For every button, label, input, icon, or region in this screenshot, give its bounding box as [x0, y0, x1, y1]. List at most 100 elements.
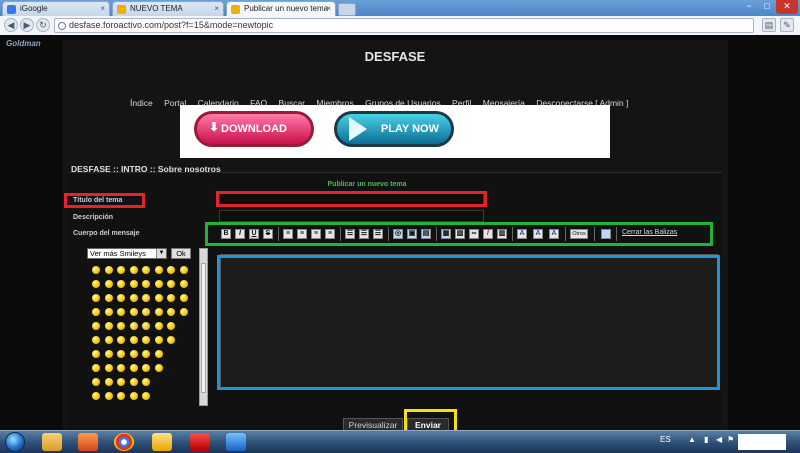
start-button[interactable]	[5, 432, 25, 452]
play-now-button[interactable]: PLAY NOW	[334, 111, 454, 147]
smiley-icon[interactable]	[142, 308, 150, 316]
smiley-icon[interactable]	[92, 364, 100, 372]
smiley-icon[interactable]	[92, 280, 100, 288]
smiley-icon[interactable]	[179, 266, 188, 274]
scrollbar-thumb[interactable]	[201, 263, 206, 393]
smiley-icon[interactable]	[92, 308, 100, 316]
smiley-icon[interactable]	[104, 392, 113, 400]
smiley-icon[interactable]	[117, 350, 125, 358]
smiley-icon[interactable]	[179, 280, 188, 288]
smiley-icon[interactable]	[117, 378, 125, 386]
smiley-icon[interactable]	[154, 322, 163, 330]
page-menu-icon[interactable]: ▤	[762, 18, 776, 32]
forum-logo[interactable]: Goldman	[6, 39, 41, 48]
tray-volume-icon[interactable]: ◀	[716, 435, 722, 444]
url-input[interactable]: desfase.foroactivo.com/post?f=15&mode=ne…	[54, 18, 754, 33]
smiley-icon[interactable]	[179, 294, 188, 302]
media-player-icon[interactable]	[78, 433, 98, 451]
smiley-icon[interactable]	[117, 294, 125, 302]
smiley-icon[interactable]	[167, 322, 175, 330]
smiley-icon[interactable]	[142, 378, 150, 386]
smiley-icon[interactable]	[154, 294, 163, 302]
back-button[interactable]: ◀	[4, 18, 18, 32]
smiley-icon[interactable]	[129, 280, 138, 288]
tray-arrow-icon[interactable]: ▲	[688, 435, 696, 444]
smiley-icon[interactable]	[167, 294, 175, 302]
smiley-icon[interactable]	[117, 392, 125, 400]
smiley-icon[interactable]	[104, 322, 113, 330]
smiley-icon[interactable]	[142, 364, 150, 372]
smiley-icon[interactable]	[92, 378, 100, 386]
smiley-icon[interactable]	[117, 280, 125, 288]
smiley-ok-button[interactable]: Ok	[171, 248, 191, 259]
nav-indice[interactable]: Índice	[130, 98, 153, 108]
clock[interactable]	[738, 434, 786, 450]
smiley-icon[interactable]	[92, 322, 100, 330]
smiley-icon[interactable]	[104, 280, 113, 288]
smiley-icon[interactable]	[104, 308, 113, 316]
smiley-icon[interactable]	[142, 392, 150, 400]
chrome-icon[interactable]	[114, 433, 134, 451]
description-input[interactable]	[219, 210, 484, 222]
smiley-icon[interactable]	[92, 294, 100, 302]
explorer-icon[interactable]	[42, 433, 62, 451]
smiley-icon[interactable]	[117, 364, 125, 372]
tray-network-icon[interactable]: ▮	[704, 435, 708, 444]
smiley-icon[interactable]	[117, 308, 125, 316]
smiley-icon[interactable]	[104, 294, 113, 302]
smiley-icon[interactable]	[142, 280, 150, 288]
mcafee-icon[interactable]	[190, 433, 210, 451]
smiley-icon[interactable]	[167, 266, 175, 274]
new-tab-button[interactable]	[338, 3, 356, 16]
smiley-icon[interactable]	[92, 336, 100, 344]
smiley-icon[interactable]	[129, 350, 138, 358]
smiley-icon[interactable]	[92, 392, 100, 400]
smiley-icon[interactable]	[179, 308, 188, 316]
smiley-icon[interactable]	[104, 378, 113, 386]
smiley-icon[interactable]	[129, 378, 138, 386]
reload-button[interactable]: ↻	[36, 18, 50, 32]
forward-button[interactable]: ▶	[20, 18, 34, 32]
download-button[interactable]: ⬇ DOWNLOAD	[194, 111, 314, 147]
smiley-scrollbar[interactable]	[199, 248, 208, 406]
smiley-icon[interactable]	[142, 350, 150, 358]
smiley-icon[interactable]	[167, 308, 175, 316]
wrench-icon[interactable]: ✎	[780, 18, 794, 32]
smiley-icon[interactable]	[129, 336, 138, 344]
smiley-icon[interactable]	[154, 336, 163, 344]
smiley-icon[interactable]	[92, 266, 100, 274]
smiley-icon[interactable]	[129, 308, 138, 316]
smiley-icon[interactable]	[142, 294, 150, 302]
smiley-icon[interactable]	[154, 266, 163, 274]
app-icon[interactable]	[152, 433, 172, 451]
smiley-icon[interactable]	[129, 392, 138, 400]
smiley-icon[interactable]	[104, 364, 113, 372]
smiley-icon[interactable]	[104, 336, 113, 344]
smiley-icon[interactable]	[154, 350, 163, 358]
smiley-icon[interactable]	[154, 280, 163, 288]
smiley-icon[interactable]	[167, 280, 175, 288]
smiley-icon[interactable]	[129, 322, 138, 330]
maximize-button[interactable]: □	[758, 0, 776, 14]
smiley-icon[interactable]	[142, 336, 150, 344]
smiley-icon[interactable]	[117, 336, 125, 344]
smiley-icon[interactable]	[129, 364, 138, 372]
tab-igoogle[interactable]: iGoogle ×	[2, 1, 110, 16]
minimize-button[interactable]: −	[740, 0, 758, 14]
smiley-icon[interactable]	[142, 266, 150, 274]
close-icon[interactable]: ×	[100, 2, 105, 16]
close-icon[interactable]: ×	[214, 2, 219, 16]
smiley-select[interactable]: Ver más Smileys ▼	[87, 248, 167, 259]
smiley-icon[interactable]	[154, 308, 163, 316]
ad-banner[interactable]: ⬇ DOWNLOAD PLAY NOW	[180, 105, 610, 158]
smiley-icon[interactable]	[167, 336, 175, 344]
tray-flag-icon[interactable]: ⚑	[727, 435, 734, 444]
smiley-icon[interactable]	[92, 350, 100, 358]
tab-publicar[interactable]: Publicar un nuevo tema ×	[226, 1, 336, 16]
ie-icon[interactable]	[226, 433, 246, 451]
smiley-icon[interactable]	[104, 350, 113, 358]
smiley-icon[interactable]	[117, 322, 125, 330]
close-window-button[interactable]: ✕	[776, 0, 798, 14]
smiley-icon[interactable]	[142, 322, 150, 330]
smiley-icon[interactable]	[129, 266, 138, 274]
